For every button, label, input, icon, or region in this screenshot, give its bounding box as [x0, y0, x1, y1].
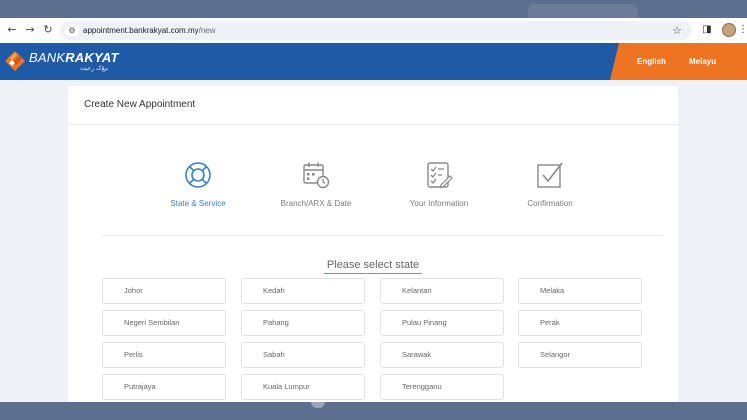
address-bar[interactable]: ⚙ appointment.bankrakyat.com.my/new ☆	[60, 21, 692, 40]
lang-english-link[interactable]: English	[637, 56, 666, 67]
language-switcher: English Melayu	[610, 43, 747, 80]
side-panel-icon[interactable]: ◨	[700, 23, 714, 37]
logo-rakyat: RAKYAT	[65, 50, 119, 65]
state-option-kuala-lumpur[interactable]: Kuala Lumpur	[241, 374, 365, 400]
url-text[interactable]: appointment.bankrakyat.com.my/new	[83, 24, 216, 37]
browser-tab-strip	[0, 0, 747, 18]
select-state-prompt: Please select state	[323, 259, 423, 274]
step-label: Branch/ARX & Date	[280, 199, 352, 208]
calendar-clock-icon	[303, 162, 330, 189]
page-content: Create New Appointment State & Service B…	[0, 80, 747, 402]
state-option-perlis[interactable]: Perlis	[102, 342, 226, 368]
appointment-card: Create New Appointment State & Service B…	[68, 86, 678, 402]
state-option-putrajaya[interactable]: Putrajaya	[102, 374, 226, 400]
state-option-pahang[interactable]: Pahang	[241, 310, 365, 336]
bookmark-star-icon[interactable]: ☆	[672, 23, 682, 38]
logo-bank: BANK	[29, 50, 66, 65]
page-title: Create New Appointment	[84, 99, 196, 110]
bank-rakyat-logo-icon	[5, 51, 25, 71]
state-option-johor[interactable]: Johor	[102, 278, 226, 304]
state-option-pulau-pinang[interactable]: Pulau Pinang	[380, 310, 504, 336]
step-label: Confirmation	[527, 199, 573, 208]
step-your-information[interactable]: Your Information	[379, 160, 499, 220]
select-state-heading: Please select state	[68, 253, 678, 274]
url-path: /new	[198, 26, 216, 35]
step-branch-date[interactable]: Branch/ARX & Date	[256, 160, 376, 220]
logo-wordmark: BANKRAKYAT	[29, 51, 119, 64]
state-option-melaka[interactable]: Melaka	[518, 278, 642, 304]
checkbox-confirm-icon	[537, 162, 563, 188]
url-host: appointment.bankrakyat.com.my	[83, 26, 199, 35]
profile-avatar[interactable]	[722, 23, 736, 37]
step-state-service[interactable]: State & Service	[138, 160, 258, 220]
steps-divider	[102, 235, 662, 236]
step-confirmation[interactable]: Confirmation	[490, 160, 610, 220]
logo-jawi-text: بيڠ‌ک رعيت	[80, 65, 109, 72]
step-label: Your Information	[409, 199, 469, 208]
browser-tab[interactable]	[528, 4, 638, 18]
forward-arrow-icon[interactable]: →	[22, 22, 38, 38]
checklist-pen-icon	[427, 162, 453, 189]
state-option-sabah[interactable]: Sabah	[241, 342, 365, 368]
state-option-terengganu[interactable]: Terengganu	[380, 374, 504, 400]
bottom-frame	[0, 402, 747, 420]
lang-melayu-link[interactable]: Melayu	[689, 56, 716, 67]
step-label: State & Service	[170, 199, 226, 208]
back-arrow-icon[interactable]: ←	[4, 22, 20, 38]
state-option-selangor[interactable]: Selangor	[518, 342, 642, 368]
title-divider	[68, 124, 678, 125]
lifebuoy-icon	[185, 162, 211, 188]
state-option-sarawak[interactable]: Sarawak	[380, 342, 504, 368]
state-option-perak[interactable]: Perak	[518, 310, 642, 336]
scroll-indicator	[311, 402, 325, 408]
browser-toolbar: ← → ↻ ⚙ appointment.bankrakyat.com.my/ne…	[0, 18, 747, 43]
site-info-icon[interactable]: ⚙	[65, 24, 79, 37]
state-option-kedah[interactable]: Kedah	[241, 278, 365, 304]
state-option-kelantan[interactable]: Kelantan	[380, 278, 504, 304]
site-header: BANKRAKYAT بيڠ‌ک رعيت English Melayu	[0, 43, 747, 80]
reload-icon[interactable]: ↻	[40, 22, 56, 38]
state-option-negeri-sembilan[interactable]: Negeri Sembilan	[102, 310, 226, 336]
more-menu-icon[interactable]: ⋮	[738, 23, 747, 37]
